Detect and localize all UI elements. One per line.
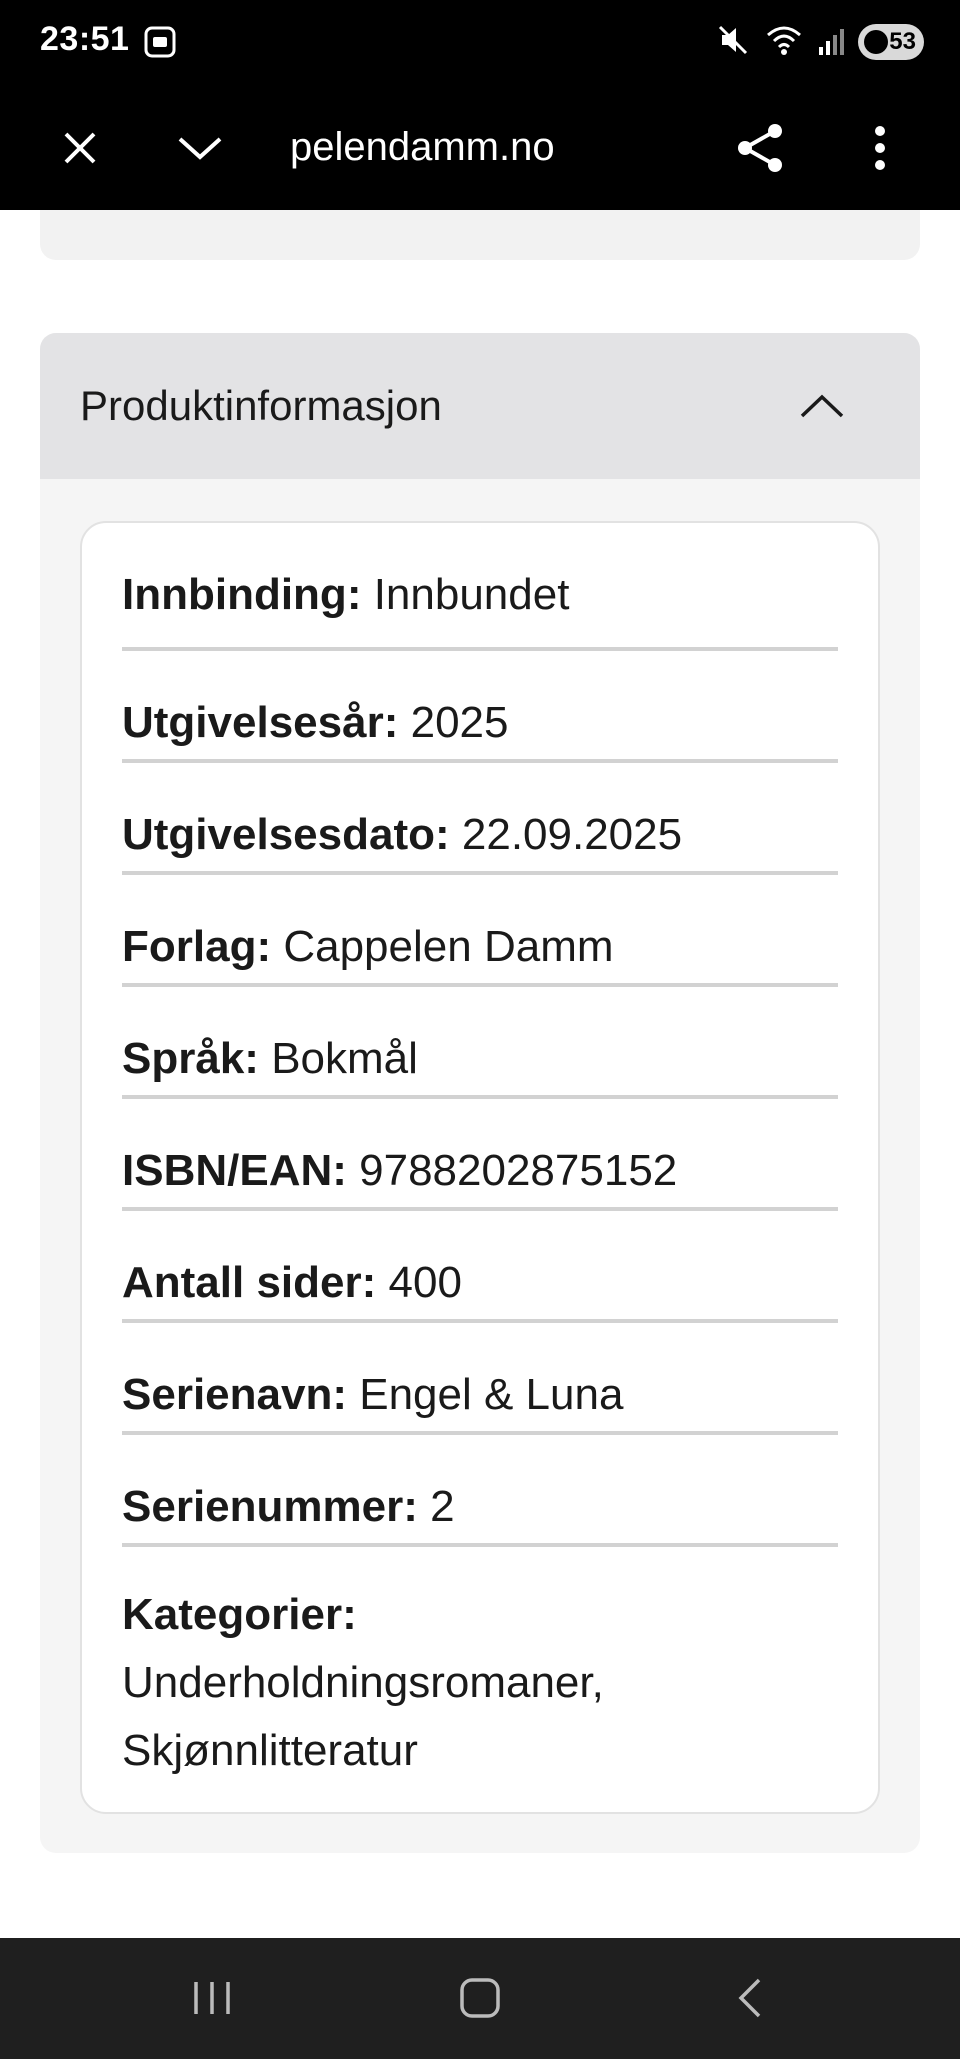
category-line: Skjønnlitteratur [122,1726,418,1775]
share-button[interactable] [730,118,790,178]
accordion-header[interactable]: Produktinformasjon [40,333,920,479]
battery-saver-icon [864,30,888,54]
wifi-icon [764,23,804,62]
product-info-accordion: Produktinformasjon Innbinding: Innbundet… [40,333,920,1853]
back-button[interactable] [710,1968,790,2028]
info-label: Utgivelsesdato: [122,810,450,859]
product-info-card: Innbinding: Innbundet Utgivelsesår: 2025… [80,521,880,1814]
url-display[interactable]: pelendamm.no [290,112,610,182]
home-icon [460,1978,500,2018]
home-button[interactable] [440,1968,520,2028]
status-bar: 23:51 53 [0,0,960,84]
info-value: Innbundet [373,570,570,619]
mute-icon [716,23,750,62]
battery-indicator: 53 [858,24,924,60]
info-row-series-number: Serienummer: 2 [122,1435,838,1547]
info-label: Innbinding: [122,570,362,619]
battery-level: 53 [889,28,916,55]
recent-apps-button[interactable] [172,1968,252,2028]
info-value: Bokmål [271,1034,418,1083]
info-label: Serienummer: [122,1482,418,1531]
info-value: 400 [388,1258,462,1307]
back-icon [738,1978,761,2018]
info-value: 9788202875152 [359,1146,678,1195]
previous-section-card [40,210,920,260]
signal-icon [818,25,844,60]
info-row-series-name: Serienavn: Engel & Luna [122,1323,838,1435]
share-icon [738,124,782,172]
category-line: Underholdningsromaner, [122,1658,604,1707]
info-row-page-count: Antall sider: 400 [122,1211,838,1323]
info-value: 2 [430,1482,455,1531]
screenshot-icon [142,22,178,67]
info-value: Engel & Luna [359,1370,624,1419]
info-row-language: Språk: Bokmål [122,987,838,1099]
close-icon [64,132,96,164]
info-label: ISBN/EAN: [122,1146,347,1195]
info-row-isbn: ISBN/EAN: 9788202875152 [122,1099,838,1211]
status-time: 23:51 [40,20,130,58]
info-label: Språk: [122,1034,259,1083]
accordion-title: Produktinformasjon [80,382,442,429]
minimize-button[interactable] [170,118,230,178]
info-label: Utgivelsesår: [122,698,399,747]
more-vert-icon [875,126,885,170]
info-label: Forlag: [122,922,272,971]
info-value: 2025 [410,698,509,747]
browser-toolbar: pelendamm.no [0,84,960,210]
info-label: Kategorier: [122,1590,357,1639]
info-label: Serienavn: [122,1370,347,1419]
info-row-publication-date: Utgivelsesdato: 22.09.2025 [122,763,838,875]
system-navigation-bar [0,1938,960,2059]
recent-apps-icon [194,1982,230,2014]
status-icons: 53 [716,22,924,62]
close-button[interactable] [50,118,110,178]
url-text: pelendamm.no [290,125,555,169]
page-content: Produktinformasjon Innbinding: Innbundet… [0,210,960,1938]
chevron-up-icon[interactable] [792,376,852,436]
info-value: 22.09.2025 [461,810,683,859]
info-row-publication-year: Utgivelsesår: 2025 [122,651,838,763]
chevron-down-icon [178,137,222,160]
info-row-categories: Kategorier: Underholdningsromaner, Skjøn… [122,1547,838,1785]
info-label: Antall sider: [122,1258,377,1307]
info-row-publisher: Forlag: Cappelen Damm [122,875,838,987]
info-value: Cappelen Damm [283,922,614,971]
more-options-button[interactable] [850,118,910,178]
info-row-binding: Innbinding: Innbundet [122,567,838,651]
